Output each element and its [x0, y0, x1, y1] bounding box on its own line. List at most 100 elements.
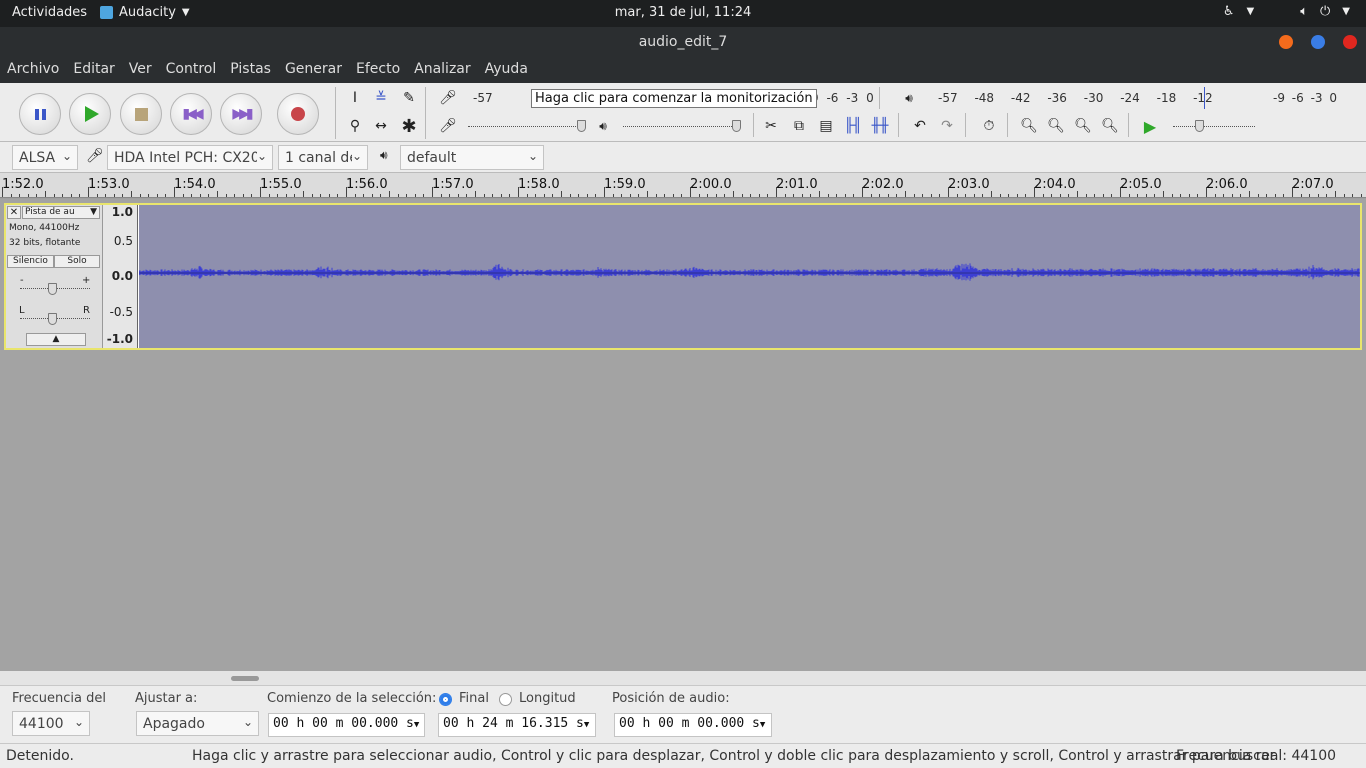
skip-to-end-button[interactable]: ▶▶▮ [220, 93, 262, 135]
fit-project-icon[interactable]: 🔍︎ [1098, 115, 1122, 137]
power-icon[interactable]: ⏻ [1320, 4, 1330, 19]
menu-control[interactable]: Control [159, 57, 224, 83]
audio-position-time[interactable]: 00 h 00 m 00.000 s▼ [614, 713, 772, 737]
track-name-menu[interactable]: Pista de au ▼ [22, 206, 100, 219]
menu-ver[interactable]: Ver [122, 57, 159, 83]
ruler-tick [182, 194, 184, 197]
length-radio-label[interactable]: Longitud [519, 691, 576, 706]
mute-button[interactable]: Silencio [7, 255, 54, 268]
ruler-tick [10, 194, 12, 197]
playback-volume-thumb[interactable] [732, 120, 741, 132]
redo-icon[interactable]: ↷ [935, 115, 959, 137]
undo-icon[interactable]: ↶ [908, 115, 932, 137]
length-radio[interactable] [499, 693, 512, 706]
pause-button[interactable] [19, 93, 61, 135]
speaker-icon[interactable]: 🔊︎ [897, 87, 921, 109]
selection-end-time[interactable]: 00 h 24 m 16.315 s▼ [438, 713, 596, 737]
recording-device-select[interactable]: HDA Intel PCH: CX20 ⌄ [107, 145, 273, 170]
ruler-tick [604, 187, 605, 197]
ruler-tick [1214, 194, 1216, 197]
snap-to-select[interactable]: Apagado ⌄ [136, 711, 259, 736]
envelope-tool-icon[interactable]: ≚ [369, 87, 393, 109]
menu-archivo[interactable]: Archivo [0, 57, 66, 83]
menu-analizar[interactable]: Analizar [407, 57, 478, 83]
ruler-tick [260, 187, 261, 197]
ruler-tick [1223, 194, 1225, 197]
ruler-tick [277, 194, 279, 197]
play-at-speed-icon[interactable]: ▶ [1138, 115, 1162, 137]
end-radio-label[interactable]: Final [459, 691, 489, 706]
ruler-tick [733, 191, 734, 197]
menu-pistas[interactable]: Pistas [223, 57, 278, 83]
stop-button[interactable] [120, 93, 162, 135]
track-panel[interactable]: ✕ Pista de au ▼ Mono, 44100Hz 32 bits, f… [0, 199, 1366, 671]
clock[interactable]: mar, 31 de jul, 11:24 [0, 5, 1366, 20]
audio-track[interactable]: ✕ Pista de au ▼ Mono, 44100Hz 32 bits, f… [4, 203, 1362, 350]
playback-meter-scale-right[interactable]: -9 -6 -3 0 [1273, 91, 1337, 105]
record-meter-scale[interactable]: -57 [473, 91, 493, 105]
paste-icon[interactable]: ▤ [814, 115, 838, 137]
amplitude-ruler[interactable]: 1.0 0.5 0.0 -0.5 -1.0 [103, 205, 138, 348]
draw-tool-icon[interactable]: ✎ [397, 87, 421, 109]
ruler-tick [354, 194, 356, 197]
ruler-tick [810, 194, 812, 197]
collapse-track-button[interactable]: ▲ [26, 333, 86, 346]
zoom-tool-icon[interactable]: ⚲ [343, 115, 367, 137]
track-close-button[interactable]: ✕ [7, 206, 21, 219]
fit-selection-icon[interactable]: 🔍︎ [1071, 115, 1095, 137]
microphone-icon[interactable]: 🎤︎ [436, 87, 460, 109]
copy-icon[interactable]: ⧉ [787, 115, 811, 137]
ruler-tick [543, 194, 545, 197]
playback-device-select[interactable]: default ⌄ [400, 145, 544, 170]
pan-slider-thumb[interactable] [48, 313, 57, 325]
record-meter-scale-right[interactable]: 9 -6 -3 0 [811, 91, 874, 105]
minimize-button[interactable] [1279, 35, 1293, 49]
timeline-ruler[interactable]: 1:52.0 1:53.0 1:54.0 1:55.0 1:56.0 1:57.0 1:58… [0, 173, 1366, 198]
play-button[interactable] [69, 93, 111, 135]
project-rate-select[interactable]: 44100 ⌄ [12, 711, 90, 736]
accessibility-icon[interactable]: ♿ [1223, 4, 1235, 19]
cut-icon[interactable]: ✂ [759, 115, 783, 137]
silence-audio-icon[interactable]: ╫╫ [868, 115, 892, 137]
record-button[interactable] [277, 93, 319, 135]
record-volume-slider[interactable] [468, 126, 586, 127]
solo-button[interactable]: Solo [54, 255, 100, 268]
chevron-down-icon[interactable]: ▼ [1246, 6, 1254, 19]
selection-tool-icon[interactable]: I [343, 87, 367, 109]
waveform-display[interactable] [139, 205, 1360, 348]
close-button[interactable] [1343, 35, 1357, 49]
playback-meter-scale[interactable]: -57 -48 -42 -36 -30 -24 -18 -12 [938, 91, 1213, 105]
volume-icon[interactable]: 🔈︎ [1300, 4, 1308, 19]
horizontal-scrollbar[interactable] [0, 671, 1366, 685]
window-title: audio_edit_7 [638, 34, 728, 50]
menu-efecto[interactable]: Efecto [349, 57, 407, 83]
scrollbar-thumb[interactable] [231, 676, 259, 681]
sync-lock-icon[interactable]: ⏱ [977, 115, 1001, 137]
menu-ayuda[interactable]: Ayuda [478, 57, 535, 83]
system-tray[interactable]: ♿ ▼ 🔈︎ ⏻ ▼ [1223, 4, 1350, 19]
record-volume-thumb[interactable] [577, 120, 586, 132]
ruler-tick [1059, 194, 1061, 197]
app-menu[interactable]: Audacity ▼ [100, 5, 190, 20]
recording-channels-select[interactable]: 1 canal de ⌄ [278, 145, 368, 170]
menu-generar[interactable]: Generar [278, 57, 349, 83]
ruler-tick [475, 191, 476, 197]
maximize-button[interactable] [1311, 35, 1325, 49]
menu-editar[interactable]: Editar [66, 57, 121, 83]
audio-host-select[interactable]: ALSA ⌄ [12, 145, 78, 170]
play-speed-slider[interactable] [1173, 126, 1255, 127]
activities-button[interactable]: Actividades [12, 5, 87, 20]
time-shift-tool-icon[interactable]: ↔ [369, 115, 393, 137]
gain-slider-thumb[interactable] [48, 283, 57, 295]
trim-audio-icon[interactable]: ╟╢ [841, 115, 865, 137]
skip-to-start-button[interactable]: ▮◀◀ [170, 93, 212, 135]
zoom-in-icon[interactable]: 🔍︎ [1017, 115, 1041, 137]
snap-to-label: Ajustar a: [135, 691, 198, 706]
end-radio[interactable] [439, 693, 452, 706]
zoom-out-icon[interactable]: 🔍︎ [1044, 115, 1068, 137]
selection-start-time[interactable]: 00 h 00 m 00.000 s▼ [268, 713, 425, 737]
playback-volume-slider[interactable] [623, 126, 740, 127]
multi-tool-icon[interactable]: ✱ [397, 115, 421, 137]
play-speed-thumb[interactable] [1195, 120, 1204, 132]
chevron-down-icon[interactable]: ▼ [1342, 6, 1350, 19]
